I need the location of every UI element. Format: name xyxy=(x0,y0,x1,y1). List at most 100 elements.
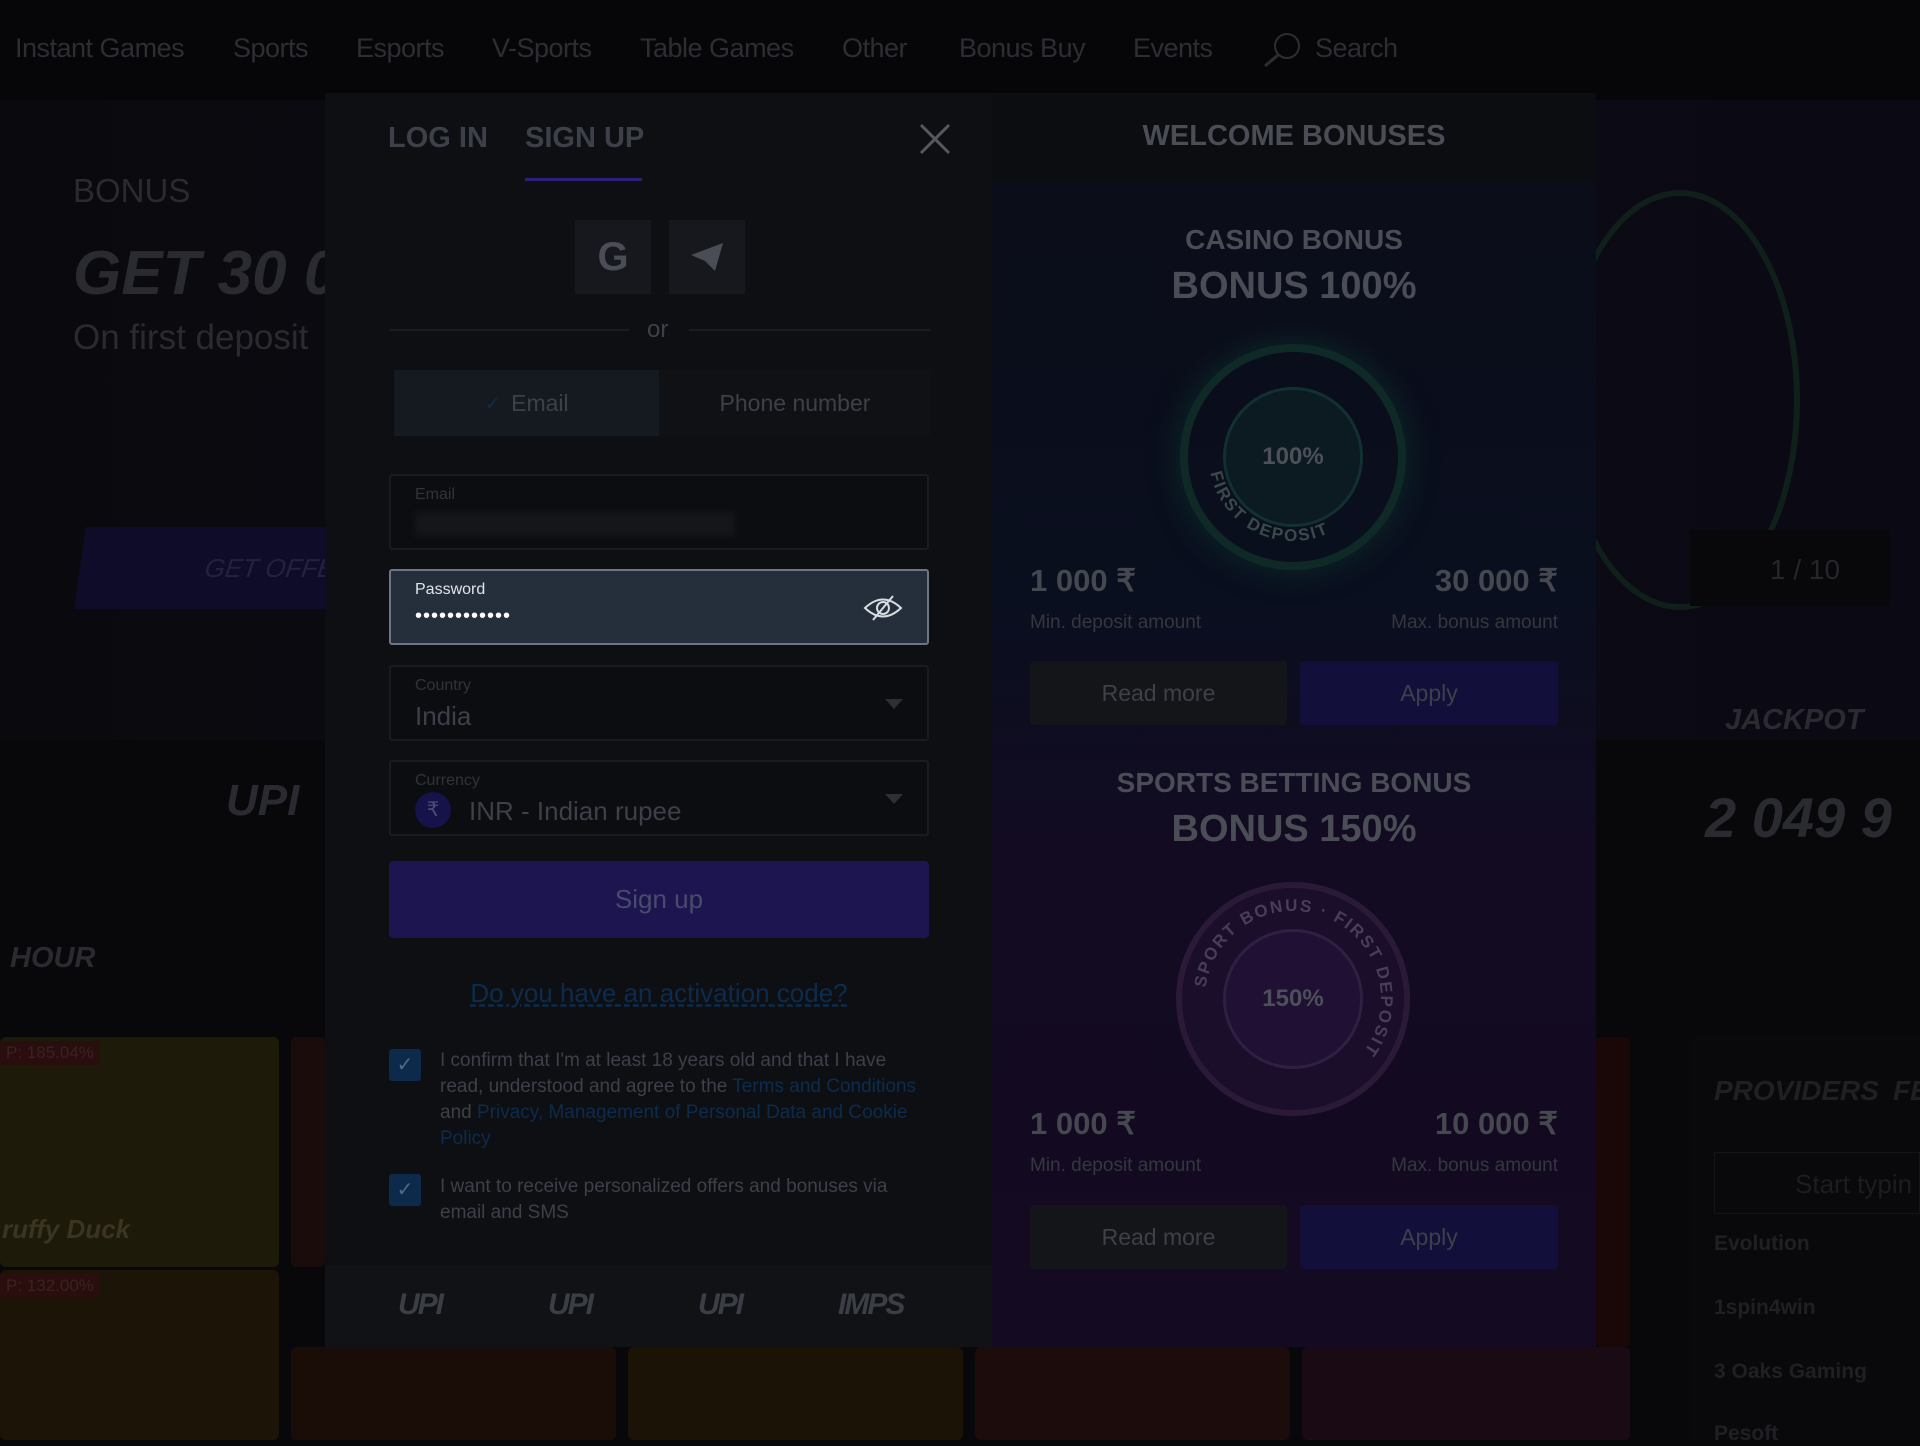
casino-bonus-badge: 100% FIRST DEPOSIT xyxy=(1180,344,1406,570)
marketing-consent-checkbox[interactable]: ✓ xyxy=(389,1174,421,1206)
chevron-down-icon xyxy=(885,794,903,804)
provider-search-input[interactable]: Start typin xyxy=(1714,1152,1920,1214)
bonuses-title: WELCOME BONUSES xyxy=(1142,120,1446,152)
upi-logo: UPI xyxy=(698,1288,744,1321)
provider-item[interactable]: 1spin4win xyxy=(1714,1296,1816,1320)
email-label: Email xyxy=(415,486,456,503)
email-value-blurred xyxy=(415,512,735,536)
country-value: India xyxy=(415,701,472,731)
nav-bonus-buy[interactable]: Bonus Buy xyxy=(959,33,1086,64)
telegram-login-button[interactable] xyxy=(669,220,745,294)
game-tile[interactable] xyxy=(291,1037,325,1267)
google-login-button[interactable]: G xyxy=(575,220,651,294)
casino-bonus-percent: BONUS 100% xyxy=(1171,265,1417,307)
top-nav: Instant Games Sports Esports V-Sports Ta… xyxy=(0,0,1920,100)
game-tile[interactable] xyxy=(291,1347,616,1440)
age-consent-text: I confirm that I'm at least 18 years old… xyxy=(440,1048,930,1152)
section-title: HOUR xyxy=(10,942,96,974)
nav-v-sports[interactable]: V-Sports xyxy=(492,33,592,64)
max-bonus-label: Max. bonus amount xyxy=(1391,612,1558,633)
casino-bonus-name: CASINO BONUS xyxy=(1185,224,1403,255)
provider-item[interactable]: Evolution xyxy=(1714,1232,1810,1256)
min-deposit-label: Min. deposit amount xyxy=(1030,612,1202,633)
sports-apply-button[interactable]: Apply xyxy=(1300,1205,1558,1269)
toggle-phone-label: Phone number xyxy=(719,389,871,416)
nav-events[interactable]: Events xyxy=(1133,33,1213,64)
divider xyxy=(689,329,931,331)
google-icon: G xyxy=(597,234,629,279)
provider-item[interactable]: Pesoft xyxy=(1714,1422,1778,1446)
or-label: or xyxy=(647,316,669,343)
game-tile[interactable] xyxy=(1302,1347,1630,1440)
password-field[interactable]: Password •••••••••••• xyxy=(389,569,929,645)
game-tile[interactable] xyxy=(975,1347,1290,1440)
rtp-badge: P: 185.04% xyxy=(0,1041,100,1065)
currency-select[interactable]: Currency ₹ INR - Indian rupee xyxy=(389,760,929,836)
tab-login[interactable]: LOG IN xyxy=(388,122,488,155)
tab-underline xyxy=(525,178,642,181)
rtp-badge: P: 132.00% xyxy=(0,1274,100,1298)
sports-bonus-name: SPORTS BETTING BONUS xyxy=(1116,767,1472,798)
provider-search-placeholder: Start typin xyxy=(1795,1169,1913,1199)
casino-read-more-button[interactable]: Read more xyxy=(1030,661,1287,725)
toggle-email[interactable]: ✓ Email xyxy=(394,370,659,436)
privacy-link[interactable]: Privacy, Management of Personal Data and… xyxy=(440,1102,908,1149)
sports-read-more-button[interactable]: Read more xyxy=(1030,1205,1287,1269)
jackpot-value: 2 049 9 xyxy=(1705,786,1892,849)
game-tile[interactable] xyxy=(1596,1037,1630,1347)
upi-logo: UPI xyxy=(548,1288,594,1321)
rupee-icon: ₹ xyxy=(415,792,451,828)
toggle-email-label: Email xyxy=(511,389,569,416)
close-icon[interactable] xyxy=(918,122,952,161)
country-select[interactable]: Country India xyxy=(389,665,929,741)
slide-counter-box: 1 / 10 xyxy=(1690,530,1890,606)
telegram-icon xyxy=(691,243,723,271)
sports-bonus-percent: BONUS 150% xyxy=(1171,808,1417,850)
marketing-consent-text: I want to receive personalized offers an… xyxy=(440,1176,888,1223)
imps-logo: IMPS xyxy=(838,1288,905,1321)
currency-label: Currency xyxy=(415,772,480,789)
provider-item[interactable]: 3 Oaks Gaming xyxy=(1714,1360,1867,1384)
game-tile[interactable]: P: 185.04% ruffy Duck xyxy=(0,1037,279,1267)
ring-text: SPORT BONUS · FIRST DEPOSIT xyxy=(1191,896,1394,1061)
tab-signup[interactable]: SIGN UP xyxy=(525,122,644,155)
nav-other[interactable]: Other xyxy=(842,33,908,64)
signup-button[interactable]: Sign up xyxy=(389,861,929,938)
sports-bonus-badge: 150% SPORT BONUS · FIRST DEPOSIT xyxy=(1176,882,1410,1116)
nav-instant-games[interactable]: Instant Games xyxy=(15,33,185,64)
nav-esports[interactable]: Esports xyxy=(356,33,445,64)
age-consent-checkbox[interactable]: ✓ xyxy=(389,1049,421,1081)
min-deposit-value: 1 000 ₹ xyxy=(1030,563,1136,598)
features-tab[interactable]: FE xyxy=(1893,1075,1920,1107)
casino-ring-text: FIRST DEPOSIT xyxy=(1206,469,1332,545)
toggle-phone[interactable]: Phone number xyxy=(659,370,931,436)
ring-text: FIRST DEPOSIT xyxy=(1206,469,1330,545)
svg-text:SPORT BONUS · FIRST DEPOSIT: SPORT BONUS · FIRST DEPOSIT xyxy=(1191,896,1396,1061)
nav-search[interactable]: Search xyxy=(1315,33,1398,64)
game-tile[interactable] xyxy=(628,1347,963,1440)
currency-value: INR - Indian rupee xyxy=(469,796,682,826)
game-title: ruffy Duck xyxy=(2,1214,131,1244)
slide-counter: 1 / 10 xyxy=(1770,554,1841,585)
search-icon[interactable] xyxy=(1261,30,1305,77)
max-bonus-label: Max. bonus amount xyxy=(1391,1155,1558,1176)
divider xyxy=(389,329,629,331)
max-bonus-value: 10 000 ₹ xyxy=(1434,1106,1558,1141)
eye-slash-icon[interactable] xyxy=(863,593,903,623)
game-tile[interactable]: P: 132.00% xyxy=(0,1270,279,1440)
upi-logo: UPI xyxy=(398,1288,444,1321)
providers-tab[interactable]: PROVIDERS xyxy=(1714,1075,1879,1107)
upi-logo-bg: UPI xyxy=(226,776,300,825)
max-bonus-value: 30 000 ₹ xyxy=(1434,563,1558,598)
password-label: Password xyxy=(415,581,486,598)
min-deposit-label: Min. deposit amount xyxy=(1030,1155,1202,1176)
activation-code-link[interactable]: Do you have an activation code? xyxy=(389,978,929,1009)
terms-link[interactable]: Terms and Conditions xyxy=(732,1076,916,1097)
jackpot-label: JACKPOT xyxy=(1725,704,1864,736)
nav-table-games[interactable]: Table Games xyxy=(640,33,794,64)
svg-text:FIRST DEPOSIT: FIRST DEPOSIT xyxy=(1206,469,1332,545)
email-field[interactable]: Email xyxy=(389,474,929,550)
nav-sports[interactable]: Sports xyxy=(233,33,309,64)
consent-and: and xyxy=(440,1102,477,1123)
casino-apply-button[interactable]: Apply xyxy=(1300,661,1558,725)
